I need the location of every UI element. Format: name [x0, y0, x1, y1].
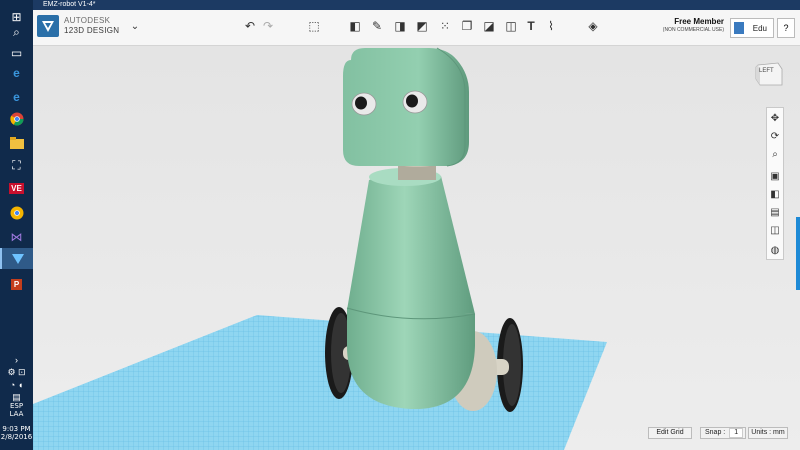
window-title-bar: EMZ-robot V1-4*: [33, 0, 800, 10]
task-view-icon[interactable]: ▭: [6, 44, 27, 61]
snap-label: Snap :: [705, 429, 726, 436]
edit-grid-button[interactable]: Edit Grid: [648, 427, 692, 439]
primitives-icon[interactable]: ◧: [347, 18, 363, 34]
internet-explorer-icon[interactable]: e: [6, 88, 27, 105]
snap-icon[interactable]: ⌇: [543, 18, 559, 34]
view-cube[interactable]: LEFT: [752, 57, 786, 87]
construct-icon[interactable]: ◨: [392, 18, 408, 34]
3d-viewport[interactable]: [33, 46, 800, 450]
windows-taskbar: ⊞ ⌕ ▭ e e ⛶ VE ⋈ P › ⚙ ⊡ ◔ ◖ ▤ ESP LAA 9…: [0, 0, 33, 450]
chrome-canary-icon[interactable]: [6, 204, 27, 221]
zoom-icon[interactable]: ⌕: [767, 146, 783, 162]
measure-icon[interactable]: ◫: [503, 18, 519, 34]
orbit-icon[interactable]: ⟳: [767, 128, 783, 144]
undo-icon[interactable]: ↶: [242, 18, 258, 34]
powerpoint-icon[interactable]: P: [6, 276, 27, 293]
material-preview-icon[interactable]: ◍: [767, 242, 783, 258]
pattern-icon[interactable]: ⁙: [437, 18, 453, 34]
chrome-icon[interactable]: [6, 110, 27, 127]
help-button[interactable]: ?: [777, 18, 795, 38]
windows-start-icon[interactable]: ⊞: [6, 8, 27, 25]
modify-icon[interactable]: ◩: [414, 18, 430, 34]
snap-control[interactable]: Snap : 1: [700, 427, 746, 439]
autodesk-123d-taskbar-icon[interactable]: [0, 248, 33, 269]
units-button[interactable]: Units : mm: [748, 427, 788, 439]
network-tool-icon[interactable]: ⛶: [6, 157, 27, 174]
scene-canvas[interactable]: [33, 46, 800, 450]
navigation-bar: ✥ ⟳ ⌕ ▣ ◧ ▤ ◫ ◍: [766, 107, 784, 260]
combine-icon[interactable]: ◪: [481, 18, 497, 34]
view-cube-face-label: LEFT: [759, 68, 774, 74]
materials-icon[interactable]: ◈: [585, 18, 601, 34]
snap-value[interactable]: 1: [729, 428, 744, 438]
window-title: EMZ-robot V1-4*: [43, 1, 96, 8]
ortho-perspective-icon[interactable]: ▤: [767, 204, 783, 220]
member-status: Free Member: [674, 17, 724, 26]
user-name: Edu: [752, 23, 767, 33]
group-icon[interactable]: ❐: [459, 18, 475, 34]
clock-date[interactable]: 2/8/2016: [0, 433, 33, 442]
user-menu-button[interactable]: Edu: [730, 18, 774, 38]
view-mode-icon[interactable]: ◧: [767, 186, 783, 202]
app-logo-icon[interactable]: [37, 15, 59, 37]
redo-icon[interactable]: ↷: [260, 18, 276, 34]
pan-icon[interactable]: ✥: [767, 110, 783, 126]
robot-model[interactable]: [325, 47, 523, 412]
input-language-2[interactable]: LAA: [0, 410, 33, 419]
text-icon[interactable]: T: [523, 18, 539, 34]
add-shape-icon[interactable]: ⬚: [306, 18, 322, 34]
visibility-icon[interactable]: ◫: [767, 222, 783, 238]
license-note: (NON COMMERCIAL USE): [662, 27, 724, 33]
fit-view-icon[interactable]: ▣: [767, 168, 783, 184]
file-explorer-icon[interactable]: [6, 134, 27, 151]
brand-company: AUTODESK: [64, 16, 111, 25]
brand-product: 123D DESIGN: [64, 26, 120, 35]
main-toolbar: AUTODESK 123D DESIGN ⌄ ↶ ↷ ⬚ ◧ ✎ ◨ ◩ ⁙ ❐…: [33, 10, 800, 46]
ve-app-icon[interactable]: VE: [6, 180, 27, 197]
edge-browser-icon[interactable]: e: [6, 64, 27, 81]
visual-studio-icon[interactable]: ⋈: [6, 228, 27, 245]
side-panel-tab[interactable]: [796, 217, 800, 290]
avatar: [734, 22, 744, 34]
app-menu-chevron-down-icon[interactable]: ⌄: [127, 18, 143, 34]
sketch-icon[interactable]: ✎: [369, 18, 385, 34]
search-icon[interactable]: ⌕: [6, 24, 27, 41]
